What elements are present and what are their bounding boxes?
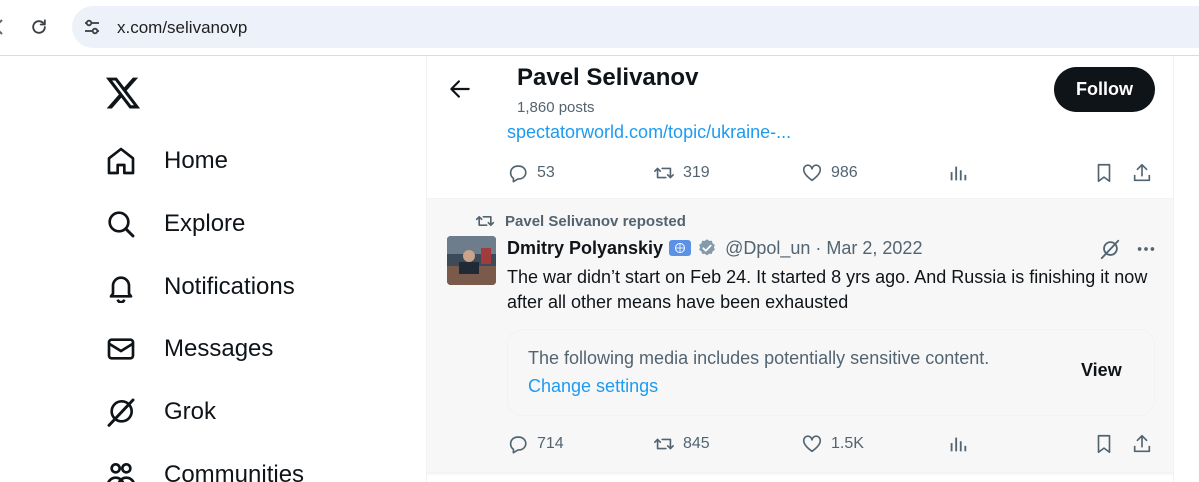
like-count: 986 — [831, 164, 858, 181]
bookmark-icon — [1097, 434, 1111, 454]
post-top-actions — [1099, 238, 1157, 260]
sidebar-item-label: Home — [164, 147, 229, 174]
like-count: 1.5K — [831, 435, 864, 452]
reply-button[interactable]: 53 — [507, 158, 555, 188]
browser-toolbar: x.com/selivanovp — [0, 0, 1199, 56]
reply-count: 714 — [537, 435, 564, 452]
sidebar-item-label: Communities — [164, 461, 305, 482]
communities-icon — [104, 458, 138, 482]
repost-indicator: Pavel Selivanov reposted — [475, 211, 686, 231]
back-arrow-icon[interactable] — [447, 76, 473, 102]
url-text[interactable]: x.com/selivanovp — [117, 18, 247, 38]
reply-icon — [509, 165, 527, 183]
bell-icon — [104, 270, 138, 304]
mail-icon — [104, 332, 138, 366]
sidebar-item-home[interactable]: Home — [104, 136, 228, 186]
avatar[interactable] — [447, 236, 496, 285]
sensitive-notice: The following media includes potentially… — [528, 348, 990, 368]
share-button[interactable] — [1131, 158, 1153, 188]
x-logo-icon[interactable] — [104, 74, 142, 112]
sidebar-item-communities[interactable]: Communities — [104, 450, 304, 482]
sidebar-item-notifications[interactable]: Notifications — [104, 262, 295, 312]
repost-icon — [475, 216, 495, 226]
post-link[interactable]: spectatorworld.com/topic/ukraine-... — [507, 122, 791, 143]
sidebar-item-messages[interactable]: Messages — [104, 324, 273, 374]
sidebar-item-label: Messages — [164, 335, 274, 362]
sidebar-item-label: Explore — [164, 210, 246, 237]
sidebar: Home Explore Notifications Messages Grok… — [0, 56, 426, 482]
repost-button[interactable]: 319 — [653, 158, 710, 188]
change-settings-link[interactable]: Change settings — [528, 376, 658, 397]
search-icon — [104, 207, 138, 241]
sidebar-item-grok[interactable]: Grok — [104, 387, 216, 437]
home-icon — [104, 144, 138, 178]
heart-icon — [802, 164, 822, 182]
divider — [427, 472, 1173, 473]
repost-label[interactable]: Pavel Selivanov reposted — [505, 213, 686, 230]
sensitive-media-warning: The following media includes potentially… — [507, 329, 1155, 416]
sidebar-item-label: Notifications — [164, 273, 295, 300]
repost-count: 319 — [683, 164, 710, 181]
reply-button[interactable]: 714 — [507, 429, 564, 459]
views-button[interactable] — [947, 158, 969, 188]
author-line: Dmitry Polyanskiy @Dpol_un · Mar 2, 2022 — [507, 236, 922, 260]
like-button[interactable]: 1.5K — [801, 429, 864, 459]
share-icon — [1133, 163, 1151, 182]
verified-badge-icon[interactable] — [697, 238, 717, 258]
handle-and-date[interactable]: @Dpol_un · Mar 2, 2022 — [725, 238, 922, 259]
main-column: Pavel Selivanov 1,860 posts Follow spect… — [426, 56, 1174, 482]
grok-icon[interactable] — [1099, 238, 1121, 260]
author-name[interactable]: Dmitry Polyanskiy — [507, 238, 663, 259]
site-info-icon[interactable] — [82, 17, 102, 37]
address-bar[interactable]: x.com/selivanovp — [72, 6, 1199, 48]
views-button[interactable] — [947, 429, 969, 459]
more-options-icon[interactable] — [1135, 238, 1157, 260]
view-media-button[interactable]: View — [1081, 360, 1122, 381]
repost-count: 845 — [683, 435, 710, 452]
heart-icon — [802, 435, 822, 453]
post-action-bar: 53 319 986 — [507, 158, 1157, 188]
repost-icon — [654, 438, 674, 450]
sidebar-item-explore[interactable]: Explore — [104, 199, 245, 249]
sidebar-item-label: Grok — [164, 398, 217, 425]
profile-name: Pavel Selivanov — [517, 64, 699, 91]
follow-button[interactable]: Follow — [1054, 67, 1155, 112]
reload-icon — [32, 19, 46, 34]
post-text: The war didn’t start on Feb 24. It start… — [507, 267, 1148, 312]
bookmark-button[interactable] — [1093, 158, 1115, 188]
reply-icon — [509, 436, 527, 454]
analytics-icon — [950, 437, 967, 452]
like-button[interactable]: 986 — [801, 158, 858, 188]
un-affiliation-icon[interactable] — [669, 240, 692, 256]
post-count: 1,860 posts — [517, 99, 595, 116]
repost-icon — [654, 167, 674, 179]
post-card[interactable]: Pavel Selivanov reposted Dmitry Polyansk… — [427, 199, 1173, 475]
browser-back-icon[interactable] — [0, 18, 4, 36]
bookmark-icon — [1097, 163, 1111, 183]
analytics-icon — [950, 166, 967, 181]
reply-count: 53 — [537, 164, 555, 181]
grok-icon — [104, 395, 138, 429]
share-icon — [1133, 434, 1151, 453]
post-action-bar: 714 845 1.5K — [507, 429, 1157, 459]
share-button[interactable] — [1131, 429, 1153, 459]
reload-button[interactable] — [26, 14, 52, 40]
repost-button[interactable]: 845 — [653, 429, 710, 459]
bookmark-button[interactable] — [1093, 429, 1115, 459]
